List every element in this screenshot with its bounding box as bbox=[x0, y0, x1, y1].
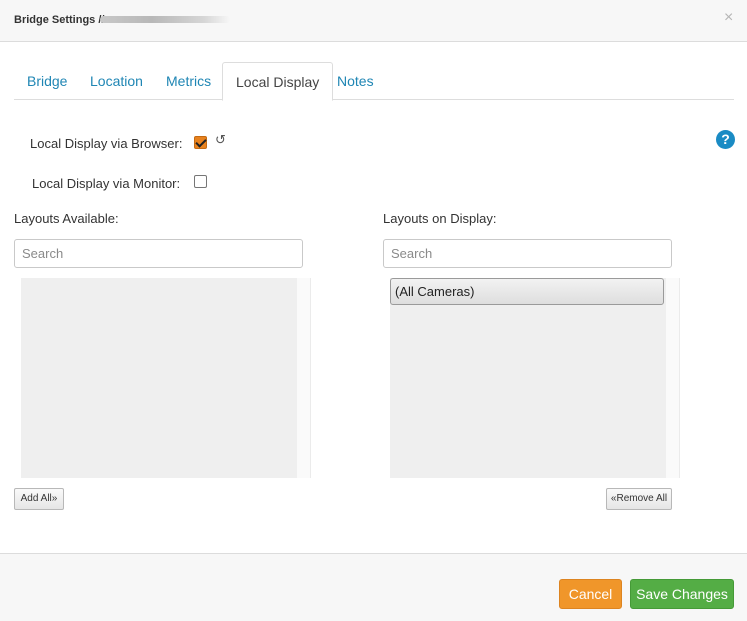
monitor-display-checkbox[interactable] bbox=[194, 175, 207, 188]
dialog-title: Bridge Settings // bbox=[14, 14, 105, 26]
available-search-input[interactable] bbox=[14, 239, 303, 268]
close-icon[interactable]: × bbox=[724, 9, 733, 27]
display-list-scrollbar[interactable] bbox=[666, 278, 680, 478]
display-search-input[interactable] bbox=[383, 239, 672, 268]
help-icon[interactable]: ? bbox=[716, 130, 735, 149]
list-item[interactable]: (All Cameras) bbox=[390, 278, 664, 305]
display-layouts-list[interactable]: (All Cameras) bbox=[383, 278, 680, 478]
layouts-on-display-label: Layouts on Display: bbox=[383, 211, 497, 226]
available-list-area bbox=[21, 278, 297, 478]
display-list-area bbox=[390, 278, 666, 478]
redacted-bridge-name bbox=[100, 16, 230, 23]
tab-notes[interactable]: Notes bbox=[324, 62, 387, 100]
tab-metrics[interactable]: Metrics bbox=[153, 62, 224, 100]
dialog-footer: Cancel Save Changes bbox=[0, 553, 747, 621]
layouts-available-label: Layouts Available: bbox=[14, 211, 119, 226]
available-list-scrollbar[interactable] bbox=[297, 278, 311, 478]
tab-location[interactable]: Location bbox=[77, 62, 156, 100]
browser-display-label: Local Display via Browser: bbox=[30, 136, 183, 151]
tab-local-display[interactable]: Local Display bbox=[222, 62, 334, 101]
save-changes-button[interactable]: Save Changes bbox=[630, 579, 734, 609]
settings-tabs: Bridge Location Metrics Local Display No… bbox=[14, 62, 734, 101]
reset-icon[interactable]: ↺ bbox=[215, 132, 226, 148]
remove-all-button[interactable]: «Remove All bbox=[606, 488, 672, 510]
monitor-display-label: Local Display via Monitor: bbox=[32, 176, 181, 191]
browser-display-checkbox[interactable] bbox=[194, 136, 207, 149]
available-layouts-list[interactable] bbox=[14, 278, 311, 478]
add-all-button[interactable]: Add All» bbox=[14, 488, 64, 510]
dialog-header: Bridge Settings // × bbox=[0, 0, 747, 42]
tab-bridge[interactable]: Bridge bbox=[14, 62, 80, 100]
cancel-button[interactable]: Cancel bbox=[559, 579, 622, 609]
